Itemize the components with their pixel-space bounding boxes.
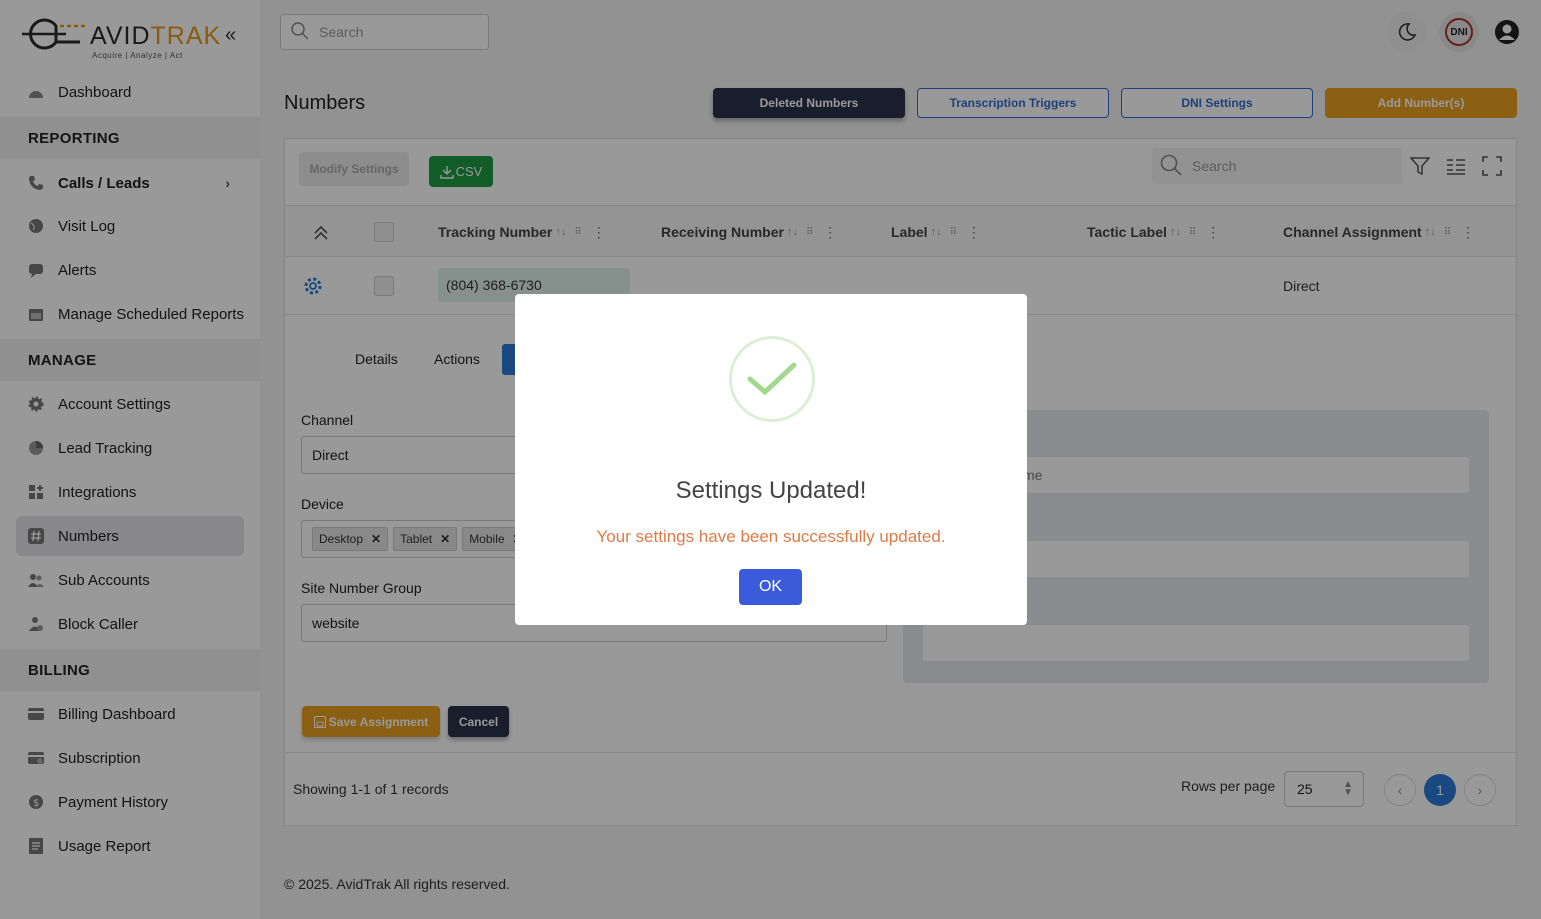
success-check-icon [729,336,815,422]
dialog-message: Your settings have been successfully upd… [596,527,946,546]
ok-button[interactable]: OK [739,569,802,605]
dialog-title: Settings Updated! [675,477,867,504]
settings-updated-dialog: Settings Updated! Your settings have bee… [515,294,1027,625]
